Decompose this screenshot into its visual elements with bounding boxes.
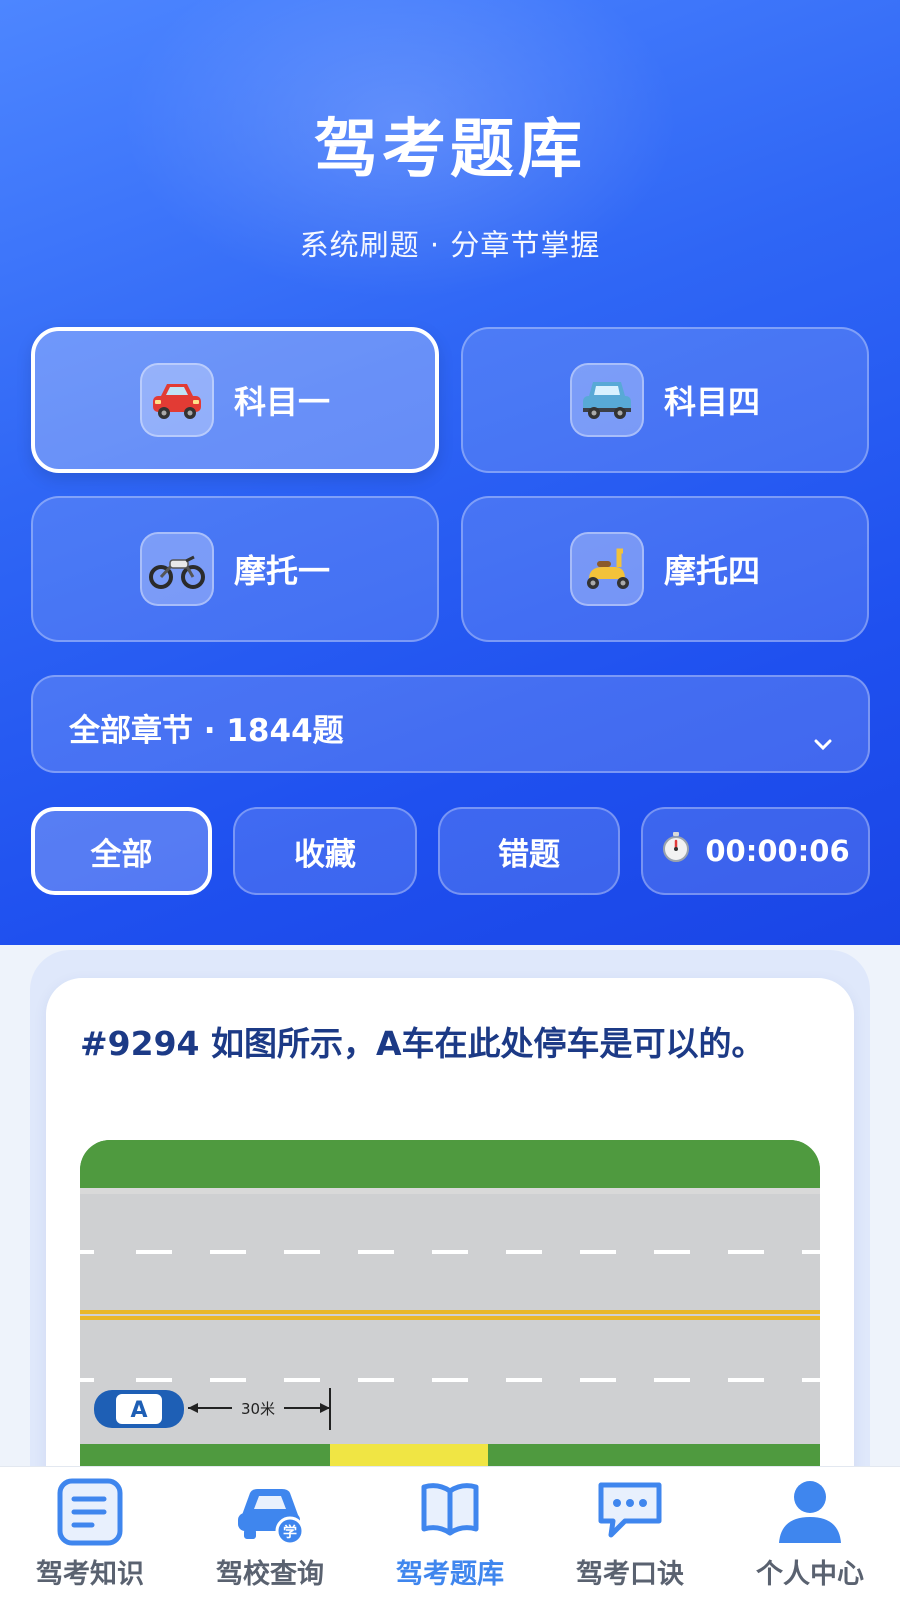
svg-text:学: 学 bbox=[283, 1524, 297, 1541]
timer-button[interactable]: 00:00:06 bbox=[641, 807, 870, 895]
subject-button-kemu4[interactable]: 科目四 bbox=[461, 327, 869, 473]
subject-button-kemu1[interactable]: 科目一 bbox=[31, 327, 439, 473]
car-a-marker: A bbox=[94, 1390, 184, 1428]
filter-favorites-button[interactable]: 收藏 bbox=[233, 807, 417, 895]
tab-label: 驾校查询 bbox=[216, 1559, 324, 1590]
tab-label: 驾考口诀 bbox=[576, 1559, 684, 1590]
tab-label: 个人中心 bbox=[756, 1559, 864, 1590]
page-title: 驾考题库 bbox=[314, 113, 586, 187]
tab-label: 驾考题库 bbox=[396, 1559, 504, 1590]
motorcycle-icon bbox=[139, 532, 214, 606]
timer-value: 00:00:06 bbox=[705, 834, 850, 868]
filter-wrong-label: 错题 bbox=[498, 836, 560, 873]
red-car-icon bbox=[139, 363, 214, 437]
tab-driving-knowledge[interactable]: 驾考知识 bbox=[0, 1467, 180, 1600]
filter-all-button[interactable]: 全部 bbox=[31, 807, 212, 895]
car-school-icon: 学 bbox=[234, 1477, 306, 1551]
tab-label: 驾考知识 bbox=[36, 1559, 144, 1590]
page-subtitle: 系统刷题 · 分章节掌握 bbox=[299, 228, 601, 262]
question-text: #9294 如图所示，A车在此处停车是可以的。 bbox=[80, 1024, 765, 1063]
tab-driving-tips[interactable]: 驾考口诀 bbox=[540, 1467, 720, 1600]
filter-favorites-label: 收藏 bbox=[294, 836, 356, 873]
filter-wrong-button[interactable]: 错题 bbox=[438, 807, 620, 895]
tab-driving-school[interactable]: 学 驾校查询 bbox=[180, 1467, 360, 1600]
subject-label: 科目一 bbox=[233, 383, 330, 421]
scooter-icon bbox=[569, 532, 644, 606]
subject-label: 摩托四 bbox=[663, 552, 760, 590]
question-image: A 30米 bbox=[80, 1140, 820, 1470]
svg-text:30米: 30米 bbox=[241, 1400, 275, 1418]
stopwatch-icon bbox=[661, 831, 691, 871]
chevron-down-icon bbox=[814, 723, 832, 759]
tab-question-bank[interactable]: 驾考题库 bbox=[360, 1467, 540, 1600]
book-icon bbox=[418, 1477, 482, 1545]
chapter-select-label: 全部章节 · 1844题 bbox=[69, 713, 344, 749]
subject-button-moto1[interactable]: 摩托一 bbox=[31, 496, 439, 642]
blue-car-icon bbox=[569, 363, 644, 437]
user-icon bbox=[775, 1477, 845, 1551]
subject-button-moto4[interactable]: 摩托四 bbox=[461, 496, 869, 642]
bottom-tab-bar: 驾考知识 学 驾校查询 驾考题库 驾考口诀 个人中心 bbox=[0, 1466, 900, 1600]
svg-text:A: A bbox=[130, 1398, 147, 1423]
chapter-select[interactable]: 全部章节 · 1844题 bbox=[31, 675, 870, 773]
tab-profile[interactable]: 个人中心 bbox=[720, 1467, 900, 1600]
filter-all-label: 全部 bbox=[90, 836, 153, 873]
document-icon bbox=[56, 1477, 124, 1551]
chat-icon bbox=[595, 1477, 665, 1545]
subject-label: 摩托一 bbox=[233, 552, 330, 590]
subject-label: 科目四 bbox=[663, 383, 760, 421]
